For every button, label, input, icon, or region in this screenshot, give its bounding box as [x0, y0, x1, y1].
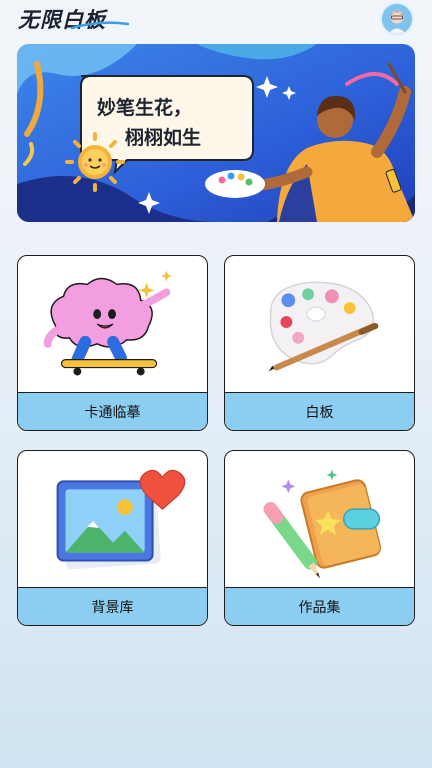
card-label-cartoon-copy: 卡通临摹 — [18, 392, 207, 430]
card-portfolio[interactable]: 作品集 — [224, 450, 415, 626]
notebook-pencil-icon — [263, 469, 382, 579]
app-header: 无限白板 — [0, 0, 432, 40]
card-cartoon-copy[interactable]: 卡通临摹 — [17, 255, 208, 431]
banner-line2: 栩栩如生 — [125, 126, 201, 149]
card-background-library[interactable]: 背景库 — [17, 450, 208, 626]
card-label-whiteboard: 白板 — [225, 392, 414, 430]
user-avatar[interactable] — [380, 2, 414, 36]
paint-palette-brush-icon — [268, 281, 379, 372]
cartoon-cloud-skateboard-icon — [43, 270, 172, 376]
card-label-background-library: 背景库 — [18, 587, 207, 625]
banner-line1: 妙笔生花， — [97, 96, 192, 119]
banner-illustration: 妙笔生花， 栩栩如生 — [17, 44, 415, 222]
hero-banner[interactable]: 妙笔生花， 栩栩如生 — [17, 44, 415, 222]
user-avatar-icon — [382, 4, 412, 34]
picture-gallery-heart-icon — [56, 469, 186, 570]
card-whiteboard[interactable]: 白板 — [224, 255, 415, 431]
card-label-portfolio: 作品集 — [225, 587, 414, 625]
title-swoosh-decoration — [70, 21, 130, 30]
